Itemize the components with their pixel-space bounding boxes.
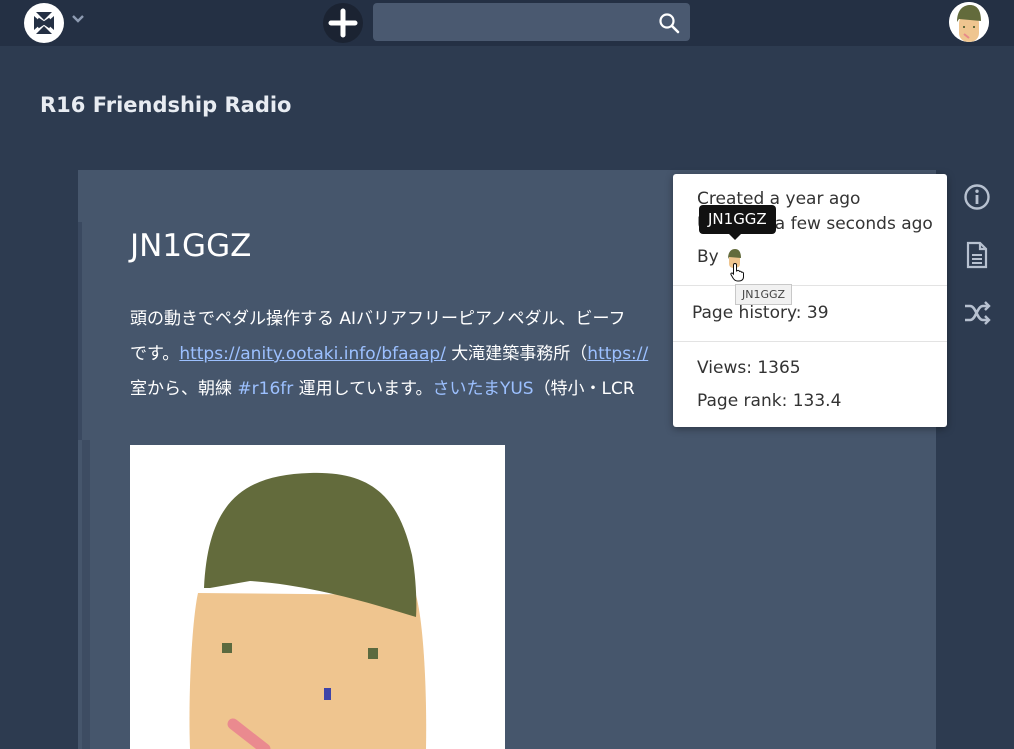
avatar-illustration (130, 445, 505, 749)
author-title-tooltip: JN1GGZ (735, 284, 793, 305)
top-navigation-bar (0, 0, 1014, 46)
info-button[interactable] (960, 180, 994, 214)
link-truncated[interactable]: https:// (587, 344, 648, 364)
content-line: です。https://anity.ootaki.info/bfaaap/ 大滝建… (130, 337, 670, 372)
content-text: 運用しています。 (293, 379, 433, 399)
info-icon (964, 184, 990, 210)
user-avatar[interactable] (949, 2, 989, 42)
image-left-border (82, 440, 90, 749)
shuffle-icon (965, 301, 991, 325)
search-icon[interactable] (658, 12, 680, 34)
views-count: Views: 1365 (697, 358, 801, 378)
hand-cursor-icon (730, 262, 744, 282)
page-content: 頭の動きでペダル操作する AIバリアフリーピアノペダル、ビーフ です。https… (130, 302, 670, 412)
page-rank: Page rank: 133.4 (697, 391, 842, 411)
document-icon (966, 241, 988, 269)
page-history-link[interactable]: Page history: 39 (692, 303, 829, 323)
search-input[interactable] (373, 3, 690, 41)
content-left-border (78, 222, 82, 440)
content-text: 大滝建築事務所（ (445, 344, 588, 364)
random-page-button[interactable] (960, 296, 994, 330)
divider (673, 285, 947, 286)
content-line: 室から、朝練 #r16fr 運用しています。さいたまYUS（特小・LCR (130, 372, 670, 407)
plus-icon (328, 8, 358, 38)
divider (673, 341, 947, 342)
logo-icon[interactable] (24, 3, 64, 43)
add-page-button[interactable] (323, 3, 363, 43)
by-label: By (697, 247, 719, 267)
document-button[interactable] (960, 238, 994, 272)
avatar-icon (949, 2, 989, 42)
content-text: 室から、朝練 (130, 379, 238, 399)
content-text: （特小・LCR (533, 379, 635, 399)
site-title[interactable]: R16 Friendship Radio (40, 93, 291, 117)
link-saitama-yus[interactable]: さいたまYUS (432, 379, 533, 399)
page-title: JN1GGZ (130, 228, 252, 264)
chevron-down-icon[interactable] (71, 12, 85, 26)
link-bfaaap[interactable]: https://anity.ootaki.info/bfaaap/ (179, 344, 446, 364)
hashtag-link[interactable]: #r16fr (237, 379, 293, 399)
content-line: 頭の動きでペダル操作する AIバリアフリーピアノペダル、ビーフ (130, 309, 626, 329)
author-tooltip: JN1GGZ (699, 205, 776, 240)
content-text: です。 (130, 344, 180, 364)
